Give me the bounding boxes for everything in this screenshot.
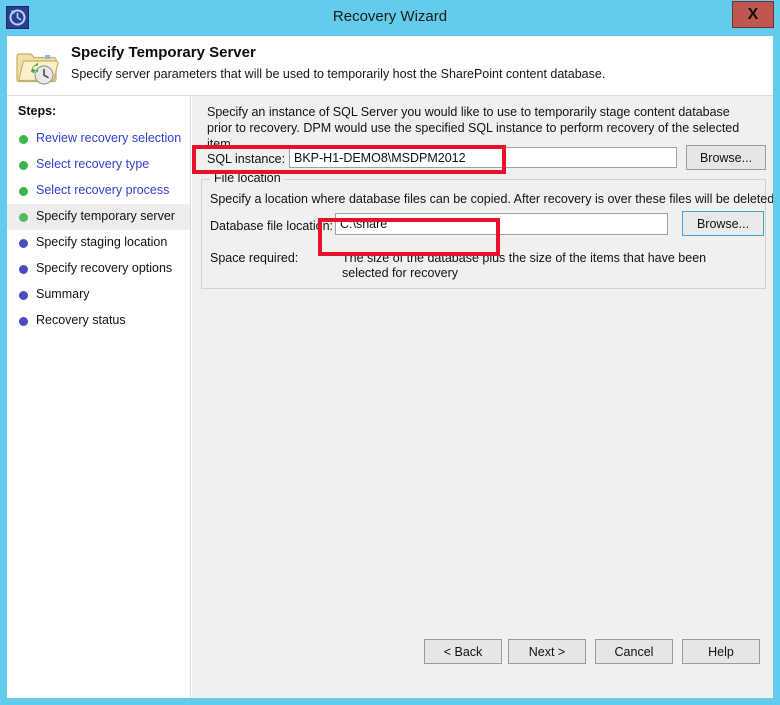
- sql-instance-browse-button[interactable]: Browse...: [686, 145, 766, 170]
- space-required-label: Space required:: [210, 251, 299, 265]
- page-subtitle: Specify server parameters that will be u…: [71, 67, 606, 81]
- steps-label: Steps:: [18, 104, 57, 118]
- client-area: Specify Temporary Server Specify server …: [7, 36, 773, 698]
- step-bullet-icon: [19, 213, 28, 222]
- sidebar-item-select-recovery-process[interactable]: Select recovery process: [7, 178, 190, 204]
- sidebar-item-label: Specify recovery options: [36, 261, 173, 275]
- next-button[interactable]: Next >: [508, 639, 586, 664]
- database-file-location-input[interactable]: [335, 213, 668, 235]
- sidebar-item-specify-staging-location[interactable]: Specify staging location: [7, 230, 190, 256]
- file-location-description: Specify a location where database files …: [210, 192, 773, 206]
- title-bar: Recovery Wizard X: [0, 0, 780, 36]
- sql-instance-label: SQL instance:: [207, 152, 286, 166]
- intro-description: Specify an instance of SQL Server you wo…: [207, 105, 740, 151]
- sidebar-item-select-recovery-type[interactable]: Select recovery type: [7, 152, 190, 178]
- step-bullet-icon: [19, 187, 28, 196]
- back-button[interactable]: < Back: [424, 639, 502, 664]
- steps-sidebar: Steps: Review recovery selection Select …: [7, 96, 191, 698]
- sidebar-item-specify-temporary-server[interactable]: Specify temporary server: [7, 204, 190, 230]
- step-bullet-icon: [19, 135, 28, 144]
- recovery-wizard-window: Recovery Wizard X Specify Temporary Serv…: [0, 0, 780, 705]
- sidebar-item-specify-recovery-options[interactable]: Specify recovery options: [7, 256, 190, 282]
- sidebar-item-summary[interactable]: Summary: [7, 282, 190, 308]
- sidebar-item-label: Summary: [36, 287, 90, 301]
- sidebar-item-label: Select recovery type: [36, 157, 150, 171]
- sidebar-item-label: Specify temporary server: [36, 209, 175, 223]
- step-bullet-icon: [19, 265, 28, 274]
- step-bullet-icon: [19, 317, 28, 326]
- cancel-button[interactable]: Cancel: [595, 639, 673, 664]
- step-bullet-icon: [19, 239, 28, 248]
- step-bullet-icon: [19, 161, 28, 170]
- close-icon[interactable]: X: [732, 1, 774, 28]
- folder-restore-icon: [16, 45, 60, 87]
- content-panel: Specify an instance of SQL Server you wo…: [192, 96, 773, 698]
- page-title: Specify Temporary Server: [71, 44, 256, 61]
- sidebar-item-label: Specify staging location: [36, 235, 168, 249]
- sidebar-item-recovery-status[interactable]: Recovery status: [7, 308, 190, 334]
- sidebar-item-review-recovery-selection[interactable]: Review recovery selection: [7, 126, 190, 152]
- window-title: Recovery Wizard: [332, 8, 448, 25]
- database-file-location-label: Database file location:: [210, 219, 333, 233]
- sidebar-item-label: Recovery status: [36, 313, 126, 327]
- database-file-location-browse-button[interactable]: Browse...: [682, 211, 764, 236]
- page-header: Specify Temporary Server Specify server …: [7, 36, 773, 96]
- step-bullet-icon: [19, 291, 28, 300]
- help-button[interactable]: Help: [682, 639, 760, 664]
- wizard-footer: < Back Next > Cancel Help: [192, 631, 773, 674]
- sidebar-item-label: Select recovery process: [36, 183, 170, 197]
- sidebar-item-label: Review recovery selection: [36, 131, 182, 145]
- space-required-value: The size of the database plus the size o…: [342, 251, 707, 280]
- sql-instance-input[interactable]: [289, 147, 677, 168]
- file-location-legend: File location: [210, 171, 285, 185]
